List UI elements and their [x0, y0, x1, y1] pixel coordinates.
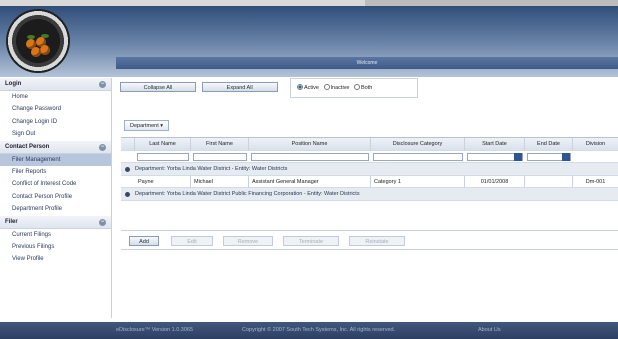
status-filter: Active Inactive Both	[290, 78, 418, 98]
table-row[interactable]: Payne Michael Assistant General Manager …	[121, 175, 618, 188]
collapse-toggle-icon[interactable]: −	[99, 143, 106, 151]
disclosure-category-filter[interactable]	[373, 152, 463, 161]
cell-disclosure-category: Category 1	[371, 175, 465, 188]
sidebar-item-change-login-id[interactable]: Change Login ID	[0, 116, 111, 128]
sidebar-item-current-filings[interactable]: Current Filings	[0, 229, 111, 241]
radio-active-label: Active	[304, 85, 319, 91]
department-dropdown-label: Department	[130, 123, 159, 129]
column-header[interactable]: First Name	[191, 138, 249, 151]
sidebar-section-title: Login	[5, 81, 22, 87]
sidebar-item-filer-management[interactable]: Filer Management	[0, 153, 111, 166]
cell-division: Dm-001	[585, 178, 606, 185]
group-label: Department: Yorba Linda Water District -…	[135, 166, 288, 172]
sidebar-item-change-password[interactable]: Change Password	[0, 103, 111, 115]
grid-expand-column	[121, 138, 135, 151]
cell-start-date: 01/01/2008	[465, 175, 525, 188]
panel-title: Welcome	[116, 57, 618, 69]
cell-last-name: Payne	[135, 175, 191, 188]
sidebar-item-previous-filings[interactable]: Previous Filings	[0, 241, 111, 253]
chevron-down-icon: ▾	[160, 123, 164, 129]
terminate-button[interactable]: Terminate	[283, 236, 339, 246]
grid-header-row: Last Name First Name Position Name Discl…	[121, 138, 618, 151]
sidebar-section-contact-person[interactable]: Contact Person −	[0, 140, 111, 154]
radio-inactive-label: Inactive	[330, 85, 350, 91]
district-seal-logo	[6, 9, 70, 73]
footer-copyright: Copyright © 2007 South Tech Systems, Inc…	[242, 327, 396, 333]
column-header[interactable]: Position Name	[249, 138, 371, 151]
edit-button[interactable]: Edit	[171, 236, 213, 246]
sidebar-item-conflict-of-interest-code[interactable]: Conflict of Interest Code	[0, 178, 111, 190]
sidebar-item-sign-out[interactable]: Sign Out	[0, 128, 111, 140]
filer-grid: Last Name First Name Position Name Discl…	[121, 137, 618, 201]
radio-both-label: Both	[361, 85, 373, 91]
remove-button[interactable]: Remove	[223, 236, 273, 246]
sidebar-item-filer-reports[interactable]: Filer Reports	[0, 166, 111, 178]
sidebar-item-view-profile[interactable]: View Profile	[0, 253, 111, 265]
footer: eDisclosure™ Version 1.0.3065 Copyright …	[0, 322, 618, 339]
group-label: Department: Yorba Linda Water District P…	[135, 191, 360, 197]
column-header[interactable]: Last Name	[135, 138, 191, 151]
about-us-link[interactable]: About Us	[478, 322, 501, 339]
last-name-filter[interactable]	[137, 152, 189, 161]
view-controls: Collapse All Expand All Active Inactive …	[120, 78, 418, 98]
sidebar-section-login[interactable]: Login −	[0, 78, 111, 91]
cell-position-name: Assistant General Manager	[249, 175, 371, 188]
column-header[interactable]: Division	[573, 138, 618, 151]
radio-inactive[interactable]	[323, 84, 330, 90]
orange-icon	[31, 47, 41, 57]
collapse-toggle-icon[interactable]: −	[99, 81, 106, 88]
column-header[interactable]: End Date	[525, 138, 573, 151]
calendar-icon[interactable]	[514, 152, 522, 161]
grid-filter-row	[121, 151, 618, 163]
sidebar-section-filer[interactable]: Filer −	[0, 215, 111, 229]
calendar-icon[interactable]	[562, 152, 570, 161]
sidebar-item-contact-person-profile[interactable]: Contact Person Profile	[0, 191, 111, 203]
footer-product: eDisclosure™ Version 1.0.3065	[116, 327, 194, 333]
cell-first-name: Michael	[191, 175, 249, 188]
grid-actions: Add Edit Remove Terminate Reinstate	[121, 230, 618, 250]
radio-active[interactable]	[297, 84, 303, 90]
department-dropdown[interactable]: Department ▾	[124, 120, 170, 131]
radio-both[interactable]	[354, 84, 361, 90]
sidebar-section-title: Contact Person	[5, 143, 50, 150]
sidebar-section-title: Filer	[5, 218, 18, 225]
expand-group-icon[interactable]	[125, 166, 130, 172]
main-panel: Welcome Collapse All Expand All Active I…	[116, 57, 618, 319]
group-row[interactable]: Department: Yorba Linda Water District -…	[121, 163, 618, 176]
sidebar-item-home[interactable]: Home	[0, 91, 111, 103]
orange-icon	[40, 45, 50, 55]
add-button[interactable]: Add	[129, 236, 159, 246]
expand-all-button[interactable]: Expand All	[201, 82, 278, 92]
reinstate-button[interactable]: Reinstate	[349, 236, 405, 246]
column-header[interactable]: Start Date	[465, 138, 525, 151]
collapse-all-button[interactable]: Collapse All	[120, 82, 196, 92]
cell-end-date	[525, 175, 573, 188]
sidebar: Login − Home Change Password Change Logi…	[0, 78, 112, 318]
position-name-filter[interactable]	[251, 152, 369, 161]
expand-group-icon[interactable]	[125, 191, 130, 197]
column-header[interactable]: Disclosure Category	[371, 138, 465, 151]
first-name-filter[interactable]	[193, 152, 247, 161]
sidebar-item-department-profile[interactable]: Department Profile	[0, 203, 111, 215]
group-row[interactable]: Department: Yorba Linda Water District P…	[121, 188, 618, 201]
collapse-toggle-icon[interactable]: −	[99, 218, 106, 226]
